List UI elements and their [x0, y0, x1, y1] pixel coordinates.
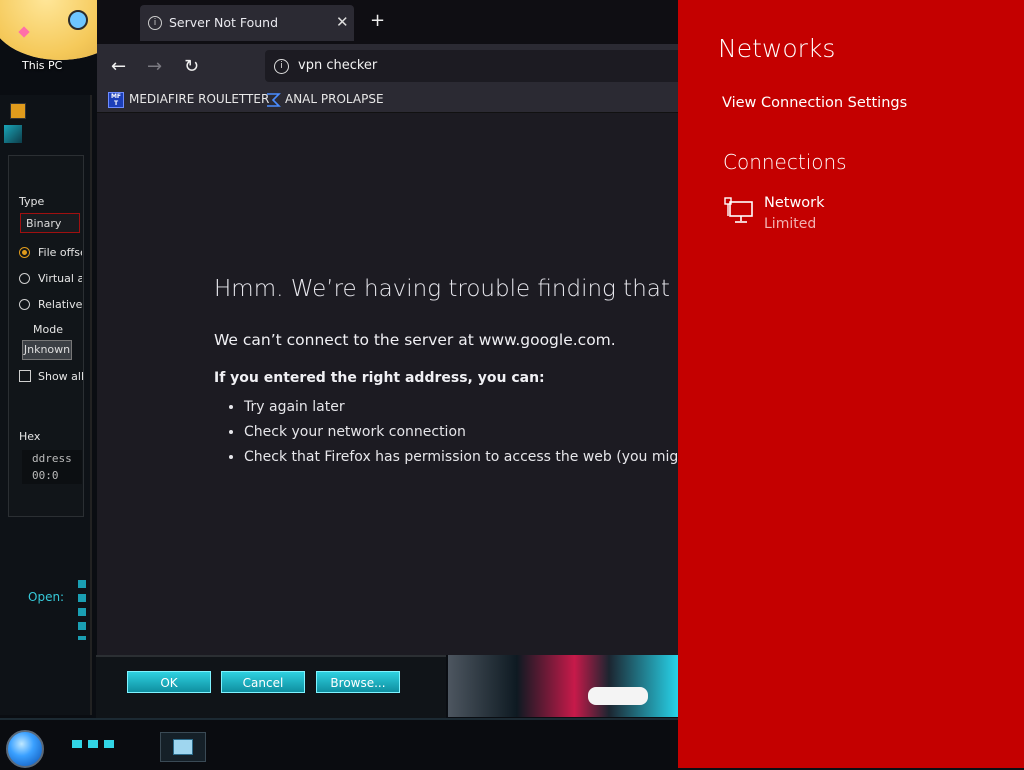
- taskbar-app-button[interactable]: [160, 732, 206, 762]
- tab-strip: i Server Not Found ✕ +: [97, 0, 678, 44]
- file-offset-radio[interactable]: [19, 247, 30, 258]
- error-hint: If you entered the right address, you ca…: [214, 370, 545, 386]
- mediafire-icon: MF T: [108, 92, 124, 108]
- glitch-fragment-white: [588, 687, 648, 705]
- bookmark-mediafire[interactable]: MEDIAFIRE ROULETTER: [129, 92, 269, 106]
- error-suggestions: Try again later Check your network conne…: [214, 399, 678, 474]
- url-text[interactable]: vpn checker: [298, 58, 377, 73]
- type-label: Type: [19, 195, 45, 208]
- forward-button[interactable]: →: [147, 56, 162, 77]
- virtual-address-label[interactable]: Virtual ad: [38, 272, 82, 285]
- browse-button[interactable]: Browse...: [316, 671, 400, 693]
- reload-button[interactable]: ↻: [184, 56, 199, 77]
- hex-line: 00:0: [32, 469, 59, 482]
- site-info-icon[interactable]: i: [274, 59, 289, 74]
- back-button[interactable]: ←: [111, 56, 126, 77]
- hex-label: Hex: [19, 430, 41, 443]
- nav-toolbar: ← → ↻ i vpn checker: [97, 44, 685, 88]
- relative-label[interactable]: Relative: [38, 298, 82, 311]
- tab-server-not-found[interactable]: i Server Not Found ✕: [140, 5, 354, 41]
- ethernet-icon: [724, 197, 753, 223]
- network-name[interactable]: Network: [764, 195, 825, 211]
- sigma-icon: [267, 93, 281, 107]
- view-connection-settings-link[interactable]: View Connection Settings: [722, 95, 907, 111]
- error-page: Hmm. We’re having trouble finding that s…: [97, 113, 678, 655]
- taskbar: [0, 718, 678, 770]
- mode-label: Mode: [33, 323, 63, 336]
- start-button[interactable]: [6, 730, 44, 768]
- dialog-icon: [10, 103, 26, 119]
- suggestion-item: Check that Firefox has permission to acc…: [244, 449, 678, 465]
- close-tab-icon[interactable]: ✕: [336, 13, 349, 31]
- url-bar[interactable]: i vpn checker: [265, 50, 685, 82]
- error-subtitle: We can’t connect to the server at www.go…: [214, 331, 616, 349]
- show-all-checkbox[interactable]: [19, 370, 31, 382]
- open-label: Open:: [28, 590, 65, 604]
- cancel-button[interactable]: Cancel: [221, 671, 305, 693]
- bookmark-anal-prolapse[interactable]: ANAL PROLAPSE: [285, 92, 384, 106]
- bookmarks-toolbar: MF T MEDIAFIRE ROULETTER ANAL PROLAPSE: [97, 88, 678, 113]
- mediafire-icon-text: MF T: [110, 93, 122, 107]
- relative-radio[interactable]: [19, 299, 30, 310]
- hex-line: ddress: [32, 452, 72, 465]
- this-pc-label[interactable]: This PC: [22, 59, 62, 72]
- decorative-strip: [78, 580, 86, 640]
- networks-flyout: Networks View Connection Settings Connec…: [678, 0, 1024, 768]
- flyout-title: Networks: [718, 34, 836, 63]
- taskbar-decoration: [72, 740, 118, 748]
- show-all-label[interactable]: Show all: [38, 370, 84, 383]
- browser-window: i Server Not Found ✕ + ← → ↻ i vpn check…: [97, 0, 685, 655]
- virtual-address-radio[interactable]: [19, 273, 30, 284]
- connections-heading: Connections: [723, 150, 847, 174]
- type-select[interactable]: Binary: [20, 213, 80, 233]
- error-title: Hmm. We’re having trouble finding that s…: [214, 276, 678, 302]
- file-offset-label[interactable]: File offse: [38, 246, 82, 259]
- ok-button[interactable]: OK: [127, 671, 211, 693]
- dialog-icon-2: [4, 125, 22, 143]
- info-icon: i: [148, 16, 162, 30]
- suggestion-item: Check your network connection: [244, 424, 678, 440]
- glitch-fragment: [448, 655, 678, 717]
- hex-view: ddress 00:0: [22, 450, 82, 484]
- suggestion-item: Try again later: [244, 399, 678, 415]
- tab-title: Server Not Found: [169, 15, 279, 30]
- mode-select[interactable]: Jnknown: [22, 340, 72, 360]
- network-status: Limited: [764, 216, 817, 232]
- new-tab-button[interactable]: +: [370, 10, 385, 31]
